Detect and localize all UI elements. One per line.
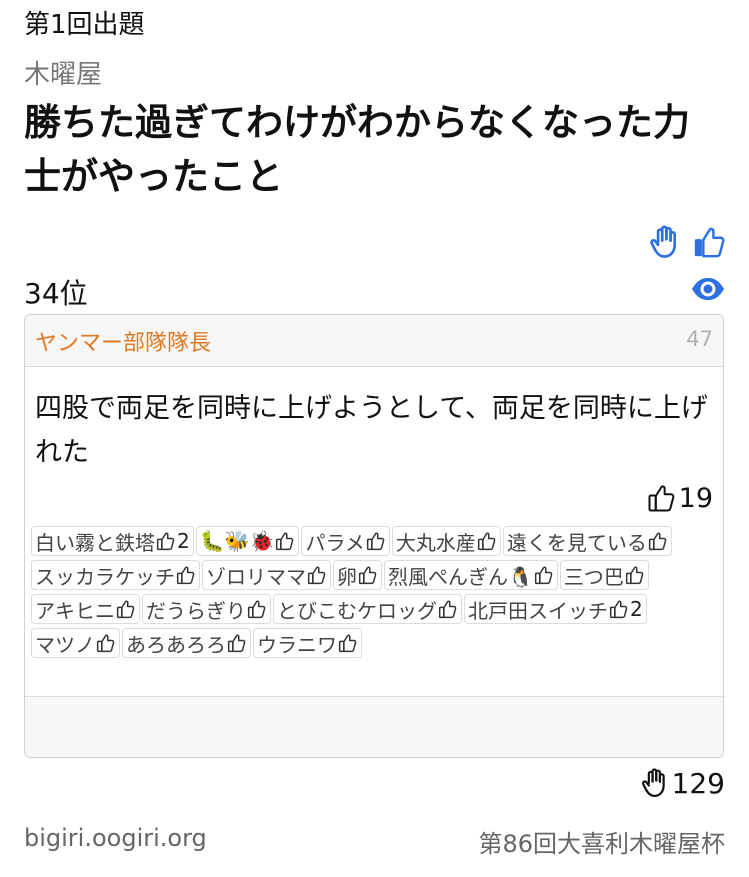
voter-name: 白い霧と鉄塔 <box>35 530 155 555</box>
thumbs-up-icon <box>337 633 358 653</box>
eye-icon[interactable] <box>690 274 726 304</box>
thumbs-up-icon <box>115 599 136 619</box>
voter-name: アキヒニ <box>35 598 115 623</box>
thumbs-up-icon <box>274 531 295 551</box>
answer-text: 四股で両足を同時に上げようとして、両足を同時に上げれた <box>35 393 708 468</box>
voter-chip[interactable]: とびこむケロッグ <box>273 594 462 624</box>
thumbs-up-icon <box>357 565 378 585</box>
voter-list: 白い霧と鉄塔 2 🐛🐝🐞 パラメ 大丸水産 遠くを見ているスッカラケッチ ゾロリママ 卵 烈風ぺ… <box>31 525 715 661</box>
voter-name: 遠くを見ている <box>506 530 647 555</box>
answer-like-count: 19 <box>647 481 713 515</box>
author-name[interactable]: ヤンマー部隊隊長 <box>35 325 211 357</box>
answer-card-footer <box>25 696 723 757</box>
voter-chip[interactable]: 遠くを見ている <box>502 526 672 556</box>
voter-chip[interactable]: 三つ巴 <box>559 560 649 590</box>
voter-name: ウラニワ <box>257 632 337 657</box>
voter-name: 卵 <box>337 564 357 589</box>
thumbs-up-icon <box>624 565 645 585</box>
voter-chip[interactable]: 🐛🐝🐞 <box>195 526 300 556</box>
total-hands-number: 129 <box>671 766 725 800</box>
thumbs-up-icon <box>476 531 497 551</box>
thumbs-up-icon <box>155 531 176 551</box>
voter-name: 烈風ぺんぎん🐧 <box>388 564 533 589</box>
answer-card-header: ヤンマー部隊隊長 47 <box>25 315 723 367</box>
voter-name: マツノ <box>35 632 95 657</box>
thumbs-up-icon <box>306 565 327 585</box>
voter-chip[interactable]: スッカラケッチ <box>31 560 200 590</box>
voter-chip[interactable]: だうらぎり <box>142 594 271 624</box>
voter-name: 大丸水産 <box>395 530 476 555</box>
voter-chip[interactable]: ゾロリママ <box>202 560 331 590</box>
voter-chip[interactable]: 白い霧と鉄塔 2 <box>31 526 194 556</box>
cup-name: 第86回大喜利木曜屋杯 <box>478 830 725 858</box>
voter-chip[interactable]: 卵 <box>333 560 382 590</box>
event-name: 木曜屋 <box>24 60 103 90</box>
voter-name: だうらぎり <box>146 598 246 623</box>
voter-chip[interactable]: ウラニワ <box>253 628 362 658</box>
rank-label: 34位 <box>24 277 88 310</box>
voter-chip[interactable]: マツノ <box>31 628 120 658</box>
answer-card: ヤンマー部隊隊長 47 四股で両足を同時に上げようとして、両足を同時に上げれた … <box>24 314 724 758</box>
round-label: 第1回出題 <box>24 10 145 40</box>
site-url[interactable]: bigiri.oogiri.org <box>24 824 207 852</box>
voter-name: 北戸田スイッチ <box>468 598 608 623</box>
voter-like-count: 2 <box>630 597 643 621</box>
thumbs-up-icon <box>95 633 116 653</box>
answer-like-number: 19 <box>678 482 713 514</box>
voter-chip[interactable]: 大丸水産 <box>391 526 501 556</box>
voter-chip[interactable]: 北戸田スイッチ 2 <box>464 594 647 624</box>
thumbs-up-icon <box>246 599 267 619</box>
thumbs-up-icon[interactable] <box>692 224 726 260</box>
voter-chip[interactable]: あろあろろ <box>122 628 251 658</box>
answer-number: 47 <box>686 327 713 351</box>
thumbs-up-outline-icon <box>648 485 675 512</box>
voter-chip[interactable]: 烈風ぺんぎん🐧 <box>384 560 558 590</box>
thumbs-up-icon <box>437 599 458 619</box>
voter-name: スッカラケッチ <box>35 564 175 589</box>
thumbs-up-icon <box>226 633 247 653</box>
voter-chip[interactable]: パラメ <box>301 526 390 556</box>
thumbs-up-icon <box>647 531 668 551</box>
voter-name: とびこむケロッグ <box>277 598 437 623</box>
hand-outline-icon <box>641 768 665 798</box>
voter-chip[interactable]: アキヒニ <box>31 594 140 624</box>
thumbs-up-icon <box>175 565 196 585</box>
voter-name: ゾロリママ <box>206 564 306 589</box>
voter-name: パラメ <box>305 530 365 555</box>
thumbs-up-icon <box>608 599 629 619</box>
voter-like-count: 2 <box>177 529 190 553</box>
thumbs-up-icon <box>533 565 554 585</box>
voter-name: あろあろろ <box>126 632 226 657</box>
hand-raise-icon[interactable] <box>648 224 682 260</box>
thumbs-up-icon <box>365 531 386 551</box>
voter-name: 三つ巴 <box>563 564 624 589</box>
voter-name: 🐛🐝🐞 <box>199 529 275 553</box>
total-hands: 129 <box>640 764 725 802</box>
page-title: 勝ちた過ぎてわけがわからなくなった力士がやったこと <box>24 101 690 198</box>
